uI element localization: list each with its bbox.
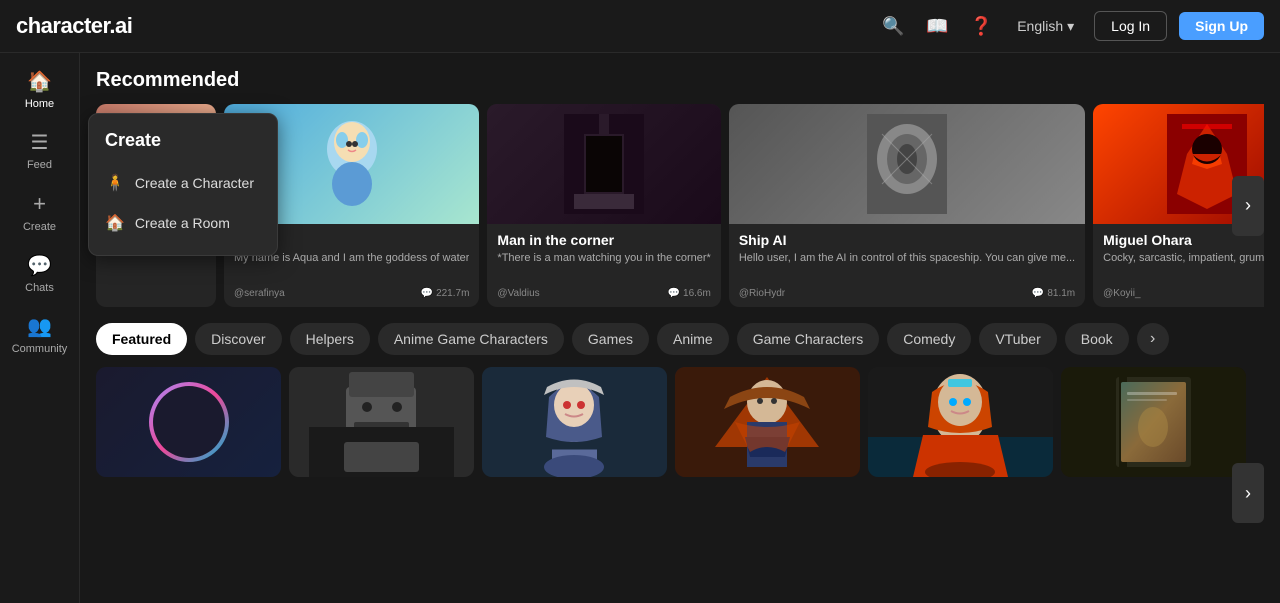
chat-icon: 💬: [1032, 288, 1044, 299]
sidebar-item-community[interactable]: 👥 Community: [0, 306, 79, 363]
chat-count: 💬 16.6m: [668, 288, 711, 299]
signup-button[interactable]: Sign Up: [1179, 12, 1264, 40]
char-meta: @serafinya 💬 221.7m: [234, 288, 469, 299]
char-desc: Cocky, sarcastic, impatient, grumpy, hor…: [1103, 252, 1264, 282]
chats-icon: 💬: [27, 253, 52, 278]
char-card-body: Miguel Ohara Cocky, sarcastic, impatient…: [1093, 224, 1264, 307]
char-desc: *There is a man watching you in the corn…: [497, 252, 710, 282]
char-name: Ship AI: [739, 232, 1075, 248]
tab-helpers[interactable]: Helpers: [290, 323, 370, 355]
sidebar-item-label: Community: [12, 343, 68, 355]
sidebar-item-label: Chats: [25, 282, 54, 294]
header: character.ai 🔍 📖 ❓ English ▾ Log In Sign…: [0, 0, 1280, 53]
featured-card[interactable]: [289, 367, 474, 477]
featured-card[interactable]: [482, 367, 667, 477]
home-icon: 🏠: [27, 69, 52, 94]
language-label: English: [1017, 18, 1063, 34]
char-author: @RioHydr: [739, 288, 785, 299]
sidebar-item-chats[interactable]: 💬 Chats: [0, 245, 79, 302]
char-card[interactable]: Man in the corner *There is a man watchi…: [487, 104, 720, 307]
help-icon[interactable]: ❓: [965, 10, 997, 42]
tab-games[interactable]: Games: [572, 323, 649, 355]
chat-icon: 💬: [668, 288, 680, 299]
char-author: @Koyii_: [1103, 288, 1140, 299]
char-author: @serafinya: [234, 288, 285, 299]
tab-discover[interactable]: Discover: [195, 323, 281, 355]
char-avatar: [729, 104, 1085, 224]
featured-card[interactable]: [96, 367, 281, 477]
main-layout: 🏠 Home ☰ Feed + Create 💬 Chats 👥 Communi…: [0, 53, 1280, 603]
char-card-body: Ship AI Hello user, I am the AI in contr…: [729, 224, 1085, 307]
featured-grid: [96, 367, 1264, 477]
featured-next-button[interactable]: ›: [1232, 463, 1264, 523]
create-room-label: Create a Room: [135, 215, 230, 231]
login-button[interactable]: Log In: [1094, 11, 1167, 41]
create-dropdown-title: Create: [89, 126, 277, 163]
carousel-next-button[interactable]: ›: [1232, 176, 1264, 236]
tab-vtuber[interactable]: VTuber: [979, 323, 1056, 355]
language-selector[interactable]: English ▾: [1009, 14, 1082, 39]
circle-ring: [149, 382, 229, 462]
create-character-icon: 🧍: [105, 173, 125, 193]
featured-card-image: [675, 367, 860, 477]
char-avatar: [487, 104, 720, 224]
sidebar-item-create[interactable]: + Create: [0, 183, 79, 241]
sidebar-item-label: Home: [25, 98, 54, 110]
tab-anime-game-characters[interactable]: Anime Game Characters: [378, 323, 564, 355]
sidebar-item-label: Feed: [27, 159, 52, 171]
sidebar-item-label: Create: [23, 221, 56, 233]
tabs-more-button[interactable]: ›: [1137, 323, 1169, 355]
char-desc: Hello user, I am the AI in control of th…: [739, 252, 1075, 282]
char-desc: My name is Aqua and I am the goddess of …: [234, 252, 469, 282]
feed-icon: ☰: [31, 130, 49, 155]
create-icon: +: [33, 191, 46, 217]
char-meta: @Koyii_ 💬 76.8m: [1103, 288, 1264, 299]
featured-card-image: [1061, 367, 1246, 477]
char-meta: @Valdius 💬 16.6m: [497, 288, 710, 299]
featured-card-image: [868, 367, 1053, 477]
featured-card[interactable]: [868, 367, 1053, 477]
sidebar: 🏠 Home ☰ Feed + Create 💬 Chats 👥 Communi…: [0, 53, 80, 603]
featured-card[interactable]: [675, 367, 860, 477]
create-character-item[interactable]: 🧍 Create a Character: [89, 163, 277, 203]
chat-icon: 💬: [421, 288, 433, 299]
logo: character.ai: [16, 13, 132, 39]
create-room-item[interactable]: 🏠 Create a Room: [89, 203, 277, 243]
tab-anime[interactable]: Anime: [657, 323, 729, 355]
sidebar-item-home[interactable]: 🏠 Home: [0, 61, 79, 118]
featured-card-image: [289, 367, 474, 477]
create-room-icon: 🏠: [105, 213, 125, 233]
char-author: @Valdius: [497, 288, 539, 299]
tab-book[interactable]: Book: [1065, 323, 1129, 355]
char-card[interactable]: Ship AI Hello user, I am the AI in contr…: [729, 104, 1085, 307]
featured-card[interactable]: [1061, 367, 1246, 477]
char-meta: @RioHydr 💬 81.1m: [739, 288, 1075, 299]
chat-count: 💬 221.7m: [421, 288, 470, 299]
chat-count: 💬 81.1m: [1032, 288, 1075, 299]
chat-count-value: 81.1m: [1047, 288, 1075, 299]
content-area: Create 🧍 Create a Character 🏠 Create a R…: [80, 53, 1280, 603]
create-character-label: Create a Character: [135, 175, 254, 191]
category-tabs: Featured Discover Helpers Anime Game Cha…: [96, 323, 1264, 355]
book-icon[interactable]: 📖: [921, 10, 953, 42]
char-card-body: Man in the corner *There is a man watchi…: [487, 224, 720, 307]
chevron-down-icon: ▾: [1067, 18, 1074, 35]
tab-game-characters[interactable]: Game Characters: [737, 323, 879, 355]
tab-comedy[interactable]: Comedy: [887, 323, 971, 355]
community-icon: 👥: [27, 314, 52, 339]
search-icon[interactable]: 🔍: [877, 10, 909, 42]
create-dropdown: Create 🧍 Create a Character 🏠 Create a R…: [88, 113, 278, 256]
chat-count-value: 16.6m: [683, 288, 711, 299]
recommended-title: Recommended: [96, 69, 1264, 92]
chat-count-value: 221.7m: [436, 288, 469, 299]
char-name: Man in the corner: [497, 232, 710, 248]
sidebar-item-feed[interactable]: ☰ Feed: [0, 122, 79, 179]
tab-featured[interactable]: Featured: [96, 323, 187, 355]
featured-card-image: [482, 367, 667, 477]
